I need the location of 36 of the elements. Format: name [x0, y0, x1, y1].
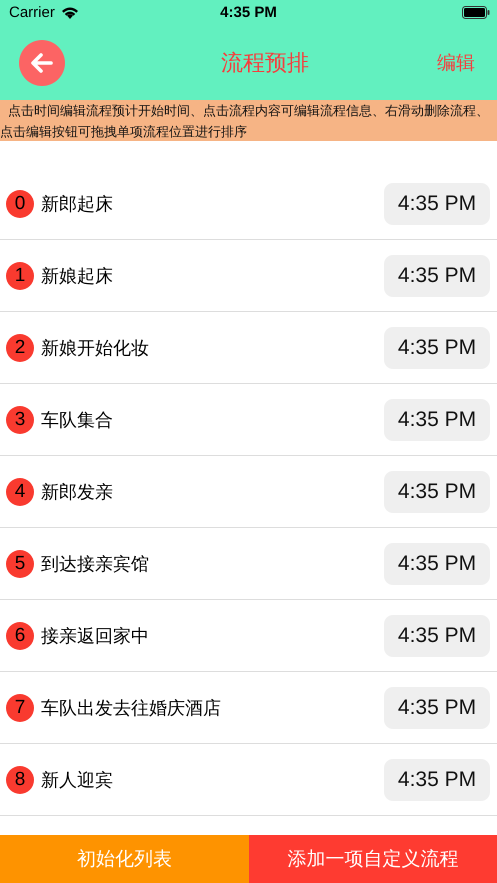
step-name[interactable]: 接亲返回家中: [41, 624, 384, 648]
time-button[interactable]: 4:35 PM: [384, 254, 490, 296]
time-button[interactable]: 4:35 PM: [384, 542, 490, 584]
step-number-badge: 7: [6, 694, 34, 722]
time-button[interactable]: 4:35 PM: [384, 614, 490, 656]
time-button[interactable]: 4:35 PM: [384, 758, 490, 800]
step-name[interactable]: 新郎起床: [41, 192, 384, 216]
clock-time: 4:35 PM: [220, 4, 277, 21]
time-button[interactable]: 4:35 PM: [384, 182, 490, 224]
time-button[interactable]: 4:35 PM: [384, 398, 490, 440]
back-button[interactable]: [19, 40, 65, 86]
step-number-badge: 5: [6, 550, 34, 578]
time-button[interactable]: 4:35 PM: [384, 686, 490, 728]
step-number-badge: 1: [6, 262, 34, 290]
step-name[interactable]: 车队出发去往婚庆酒店: [41, 696, 384, 720]
step-name[interactable]: 到达接亲宾馆: [41, 552, 384, 576]
arrow-left-icon: [31, 52, 53, 72]
step-name[interactable]: 新郎发亲: [41, 480, 384, 504]
add-step-button[interactable]: 添加一项自定义流程: [249, 835, 497, 883]
step-name[interactable]: 新人迎宾: [41, 768, 384, 792]
carrier-label: Carrier: [9, 4, 55, 21]
battery-icon: [462, 6, 490, 19]
hint-banner: 点击时间编辑流程预计开始时间、点击流程内容可编辑流程信息、右滑动删除流程、点击编辑按钮可拖拽单项流程位置进行排序: [0, 100, 497, 141]
step-number-badge: 4: [6, 478, 34, 506]
step-name[interactable]: 新娘开始化妆: [41, 336, 384, 360]
step-number-badge: 0: [6, 190, 34, 218]
step-number-badge: 3: [6, 406, 34, 434]
step-number-badge: 6: [6, 622, 34, 650]
step-number-badge: 2: [6, 334, 34, 362]
step-name[interactable]: 车队集合: [41, 408, 384, 432]
time-button[interactable]: 4:35 PM: [384, 326, 490, 368]
time-button[interactable]: 4:35 PM: [384, 470, 490, 512]
step-name[interactable]: 新娘起床: [41, 264, 384, 288]
wifi-icon: [60, 6, 79, 19]
page-title: 流程预排: [221, 50, 309, 78]
step-number-badge: 8: [6, 766, 34, 794]
